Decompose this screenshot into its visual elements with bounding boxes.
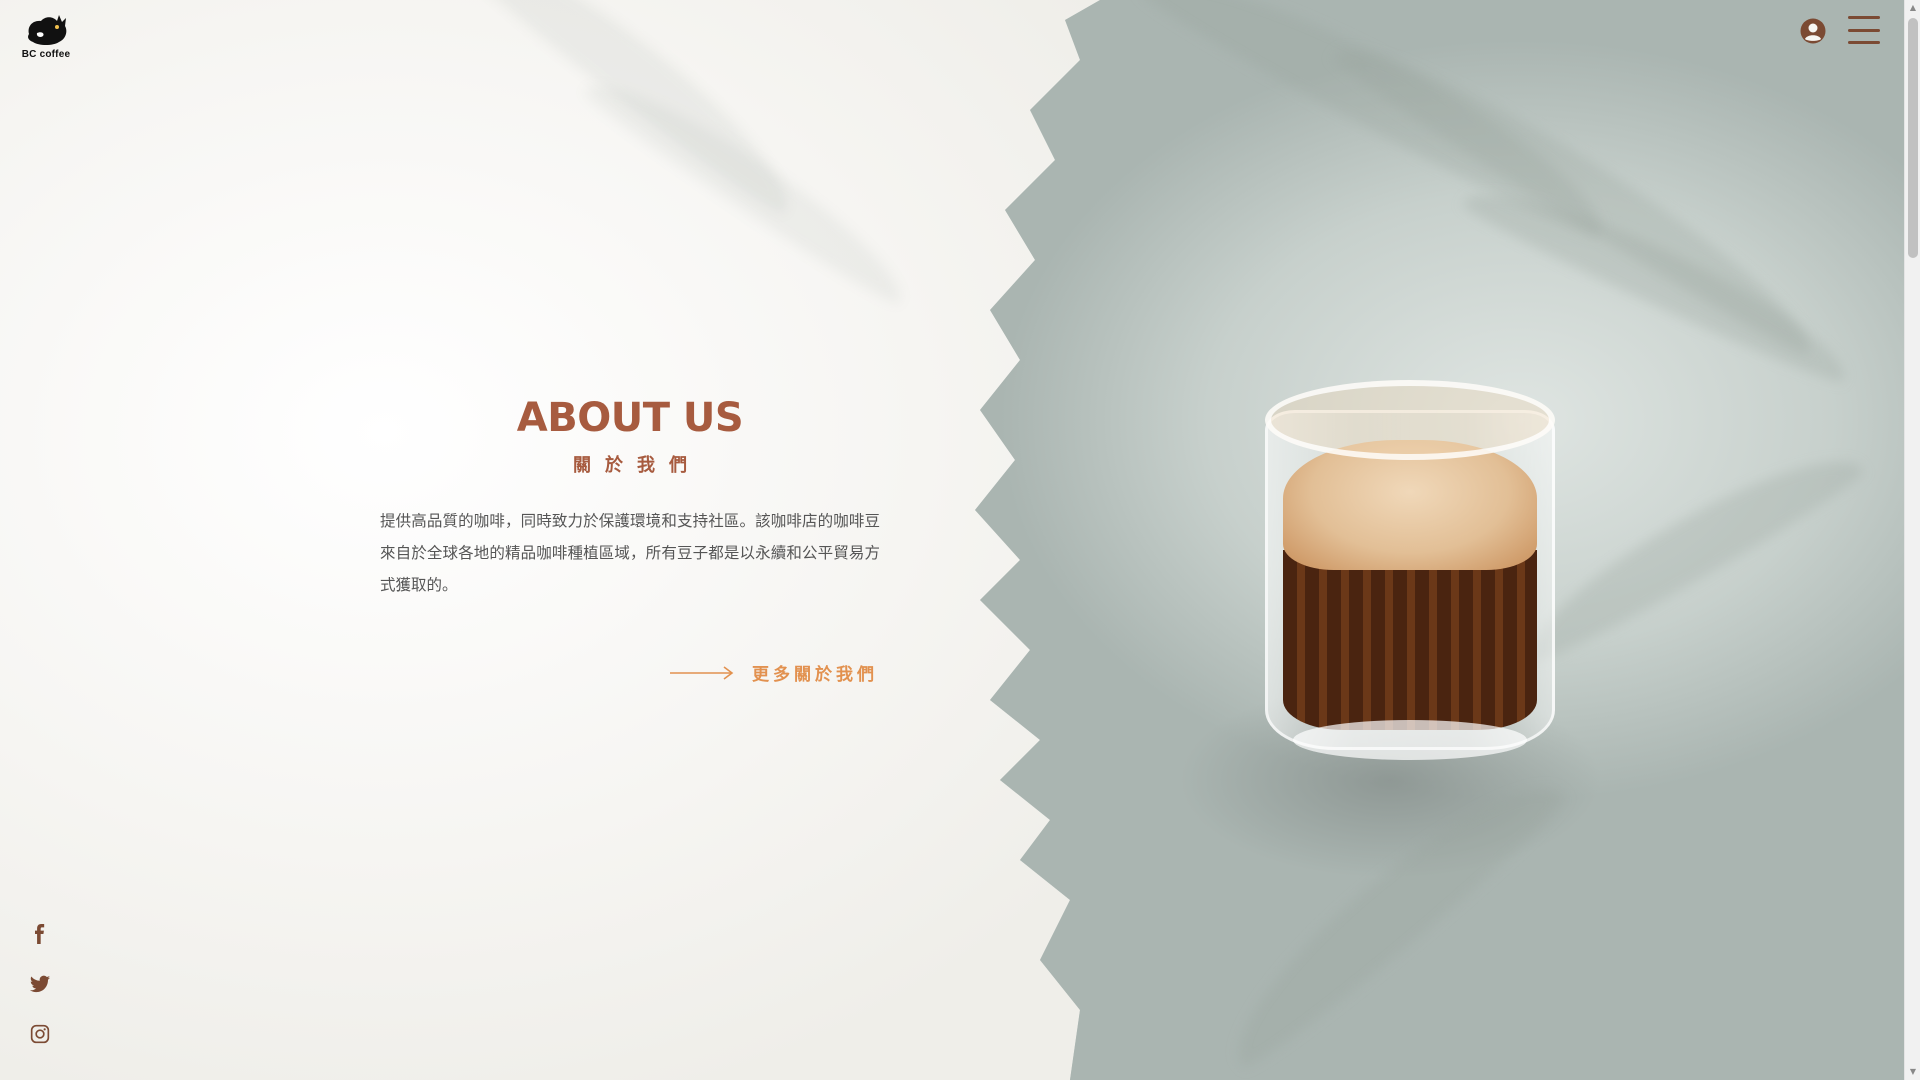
more-about-us-label: 更多關於我們 [752, 665, 878, 685]
menu-line [1848, 16, 1880, 19]
twitter-link[interactable] [28, 972, 52, 996]
user-account-button[interactable] [1800, 18, 1826, 44]
about-section: ABOUT US 關於我們 提供高品質的咖啡，同時致力於保護環境和支持社區。該咖… [380, 395, 880, 601]
scrollbar-thumb[interactable] [1908, 18, 1918, 258]
menu-line [1848, 41, 1880, 44]
instagram-link[interactable] [28, 1022, 52, 1046]
more-about-us-link[interactable]: 更多關於我們 [670, 660, 878, 685]
about-title: ABOUT US [516, 395, 744, 441]
cat-logo-icon [28, 15, 67, 45]
about-description: 提供高品質的咖啡，同時致力於保護環境和支持社區。該咖啡店的咖啡豆來自於全球各地的… [380, 512, 880, 594]
brand-logo[interactable]: BC coffee [20, 12, 72, 62]
instagram-icon [30, 1024, 50, 1044]
about-subtitle: 關於我們 [573, 455, 701, 476]
facebook-icon [35, 924, 45, 944]
menu-line [1848, 28, 1880, 32]
scroll-up-arrow-icon[interactable]: ▲ [1905, 0, 1920, 16]
hamburger-menu-button[interactable] [1848, 16, 1880, 44]
coffee-glass [1265, 380, 1555, 760]
brand-name: BC coffee [21, 49, 71, 60]
twitter-icon [29, 975, 51, 993]
user-circle-icon [1800, 18, 1826, 44]
scroll-down-arrow-icon[interactable]: ▼ [1905, 1064, 1920, 1080]
facebook-link[interactable] [28, 922, 52, 946]
vertical-scrollbar[interactable]: ▲ ▼ [1904, 0, 1920, 1080]
long-arrow-right-icon [670, 665, 734, 680]
